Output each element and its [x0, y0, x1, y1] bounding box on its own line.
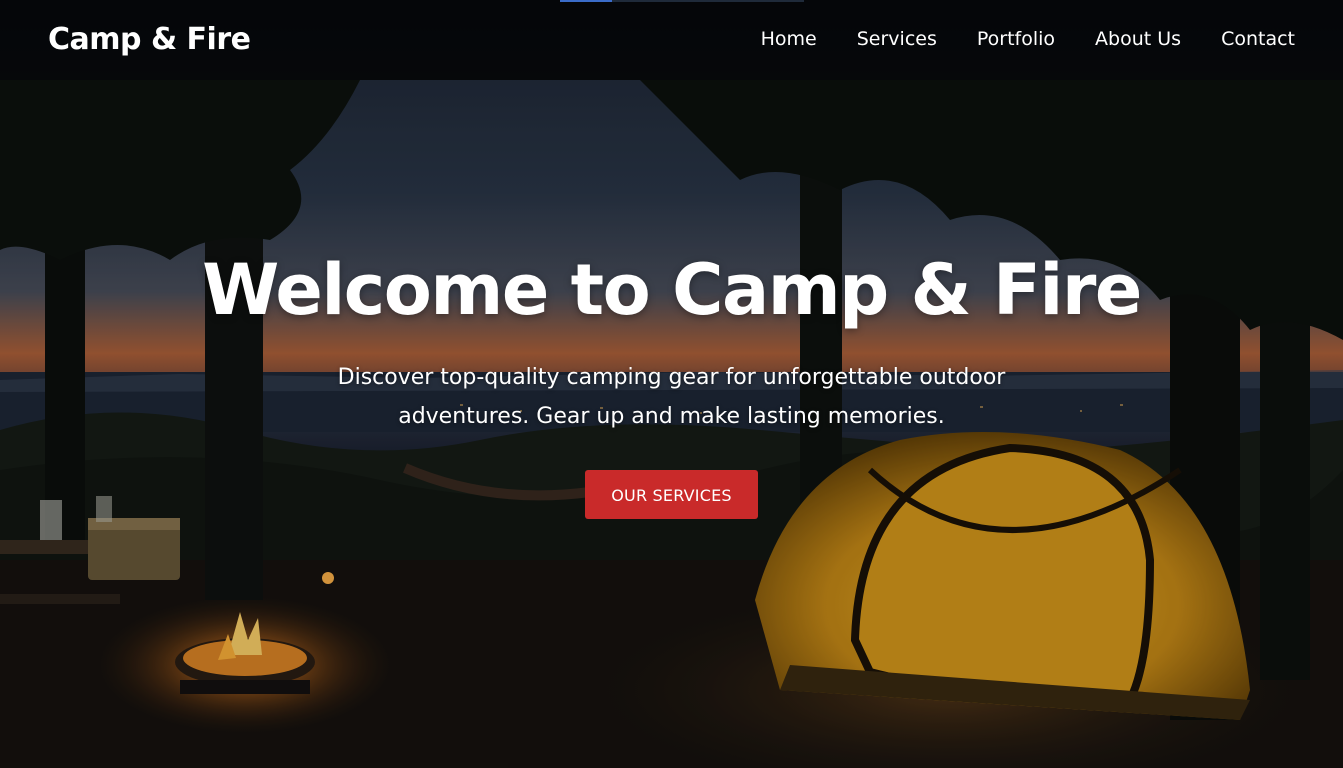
nav-link-portfolio[interactable]: Portfolio [977, 24, 1055, 54]
scroll-progress-fill [560, 0, 612, 2]
scroll-progress-bar [560, 0, 804, 2]
hero-subtitle: Discover top-quality camping gear for un… [337, 365, 1006, 429]
page: Camp & Fire Home Services Portfolio Abou… [0, 0, 1343, 768]
hero-section: Welcome to Camp & Fire Discover top-qual… [0, 248, 1343, 519]
main-nav: Home Services Portfolio About Us Contact [761, 24, 1295, 54]
brand-logo[interactable]: Camp & Fire [48, 18, 251, 62]
nav-link-services[interactable]: Services [857, 24, 937, 54]
nav-link-contact[interactable]: Contact [1221, 24, 1295, 54]
our-services-button[interactable]: OUR SERVICES [585, 470, 758, 519]
hero-title: Welcome to Camp & Fire [202, 249, 1142, 331]
top-navbar: Camp & Fire Home Services Portfolio Abou… [0, 0, 1343, 80]
nav-link-home[interactable]: Home [761, 24, 817, 54]
nav-link-about-us[interactable]: About Us [1095, 24, 1181, 54]
